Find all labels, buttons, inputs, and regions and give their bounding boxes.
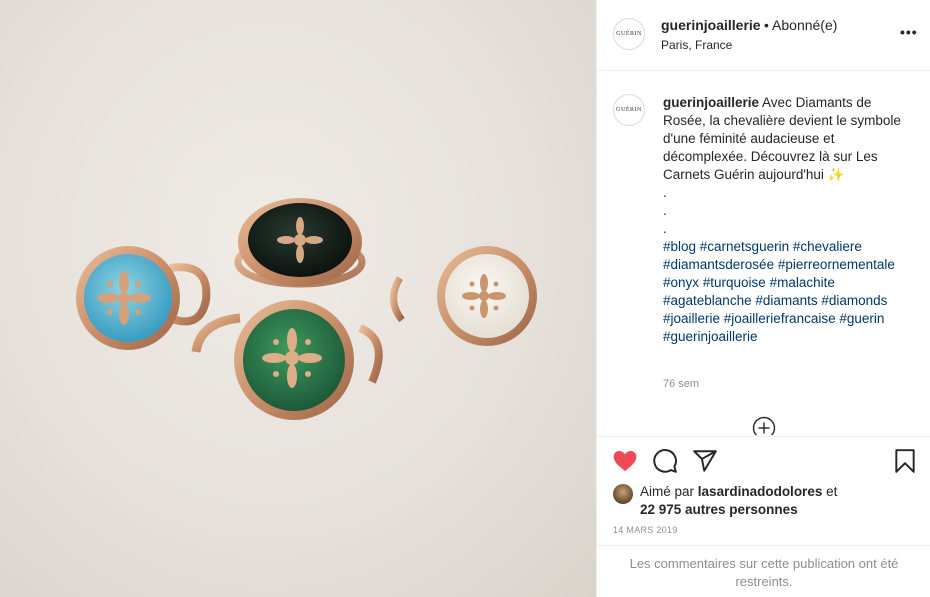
follow-status[interactable]: • Abonné(e) xyxy=(764,17,837,33)
follow-status-label: Abonné(e) xyxy=(772,17,838,33)
comments-section: GUÉRIN guerinjoaillerie Avec Diamants de… xyxy=(597,72,930,435)
turquoise-ring xyxy=(76,246,211,350)
share-icon[interactable] xyxy=(692,448,718,474)
caption-dot: . xyxy=(663,203,667,218)
caption: guerinjoaillerie Avec Diamants de Rosée,… xyxy=(663,94,913,346)
onyx-ring xyxy=(234,198,366,288)
post-photo[interactable] xyxy=(0,0,596,597)
location-link[interactable]: Paris, France xyxy=(661,38,732,52)
comment-icon[interactable] xyxy=(652,448,678,474)
post-actions: Aimé par lasardinadodolores et 22 975 au… xyxy=(597,436,930,546)
post-panel: GUÉRIN guerinjoaillerie • Abonné(e) Pari… xyxy=(596,0,930,597)
caption-time: 76 sem xyxy=(663,378,700,390)
caption-avatar[interactable]: GUÉRIN xyxy=(613,94,645,126)
avatar-logo-text: GUÉRIN xyxy=(616,107,642,113)
avatar[interactable]: GUÉRIN xyxy=(613,18,645,50)
likes-connector: et xyxy=(826,484,838,499)
liker-username[interactable]: lasardinadodolores xyxy=(698,484,823,499)
likes-others[interactable]: 22 975 autres personnes xyxy=(640,502,798,517)
likes-prefix: Aimé par xyxy=(640,484,695,499)
caption-dot: . xyxy=(663,221,667,236)
header-username[interactable]: guerinjoaillerie xyxy=(661,17,761,33)
plus-circle-icon[interactable] xyxy=(752,416,776,435)
agate-ring xyxy=(390,246,537,346)
caption-hashtags[interactable]: #blog #carnetsguerin #chevaliere #diaman… xyxy=(663,239,895,344)
likes-text: Aimé par lasardinadodolores et 22 975 au… xyxy=(640,483,870,519)
post-date: 14 MARS 2019 xyxy=(613,525,678,535)
heart-icon[interactable] xyxy=(612,448,638,474)
bookmark-icon[interactable] xyxy=(892,448,918,474)
post-header: GUÉRIN guerinjoaillerie • Abonné(e) Pari… xyxy=(597,0,930,71)
liker-avatar[interactable] xyxy=(613,484,633,504)
sparkles-emoji: ✨ xyxy=(827,167,845,182)
more-options-icon[interactable]: ••• xyxy=(900,24,918,40)
comments-restricted-notice: Les commentaires sur cette publication o… xyxy=(597,545,930,597)
rings-illustration xyxy=(76,198,537,420)
malachite-ring xyxy=(191,300,383,420)
caption-username[interactable]: guerinjoaillerie xyxy=(663,95,759,110)
separator: • xyxy=(764,17,769,33)
avatar-logo-text: GUÉRIN xyxy=(616,31,642,37)
caption-dot: . xyxy=(663,185,667,200)
